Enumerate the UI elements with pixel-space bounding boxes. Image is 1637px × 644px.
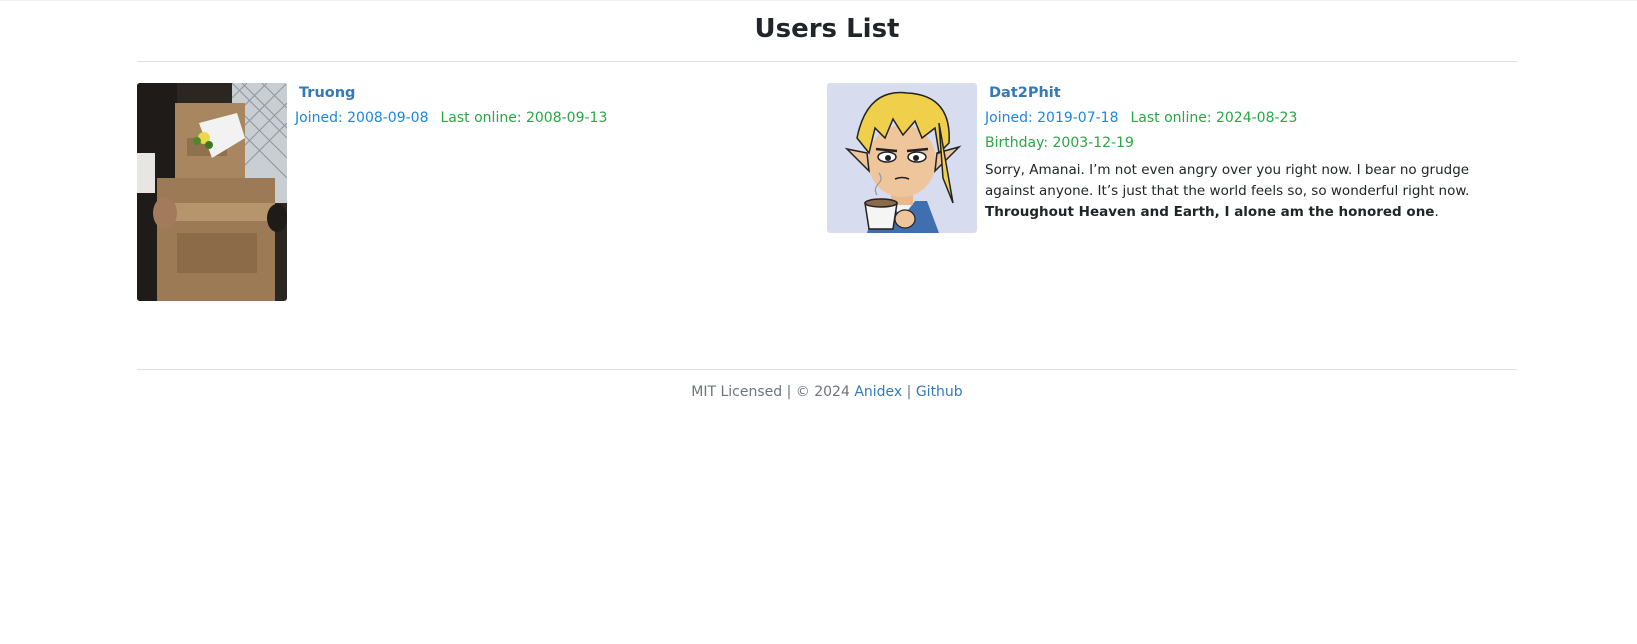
footer-divider xyxy=(137,369,1517,370)
license-text: MIT Licensed | © 2024 xyxy=(691,384,855,400)
footer: MIT Licensed | © 2024 Anidex | Github xyxy=(137,384,1517,400)
page-title: Users List xyxy=(754,14,900,44)
github-link[interactable]: Github xyxy=(916,384,963,400)
joined-date: Joined: 2019-07-18 xyxy=(985,110,1119,126)
last-online: Last online: 2024-08-23 xyxy=(1130,110,1298,126)
joined-date: Joined: 2008-09-08 xyxy=(295,110,429,126)
page: Users List Truong Joined: 2008-09-08 Las… xyxy=(0,0,1637,644)
avatar xyxy=(827,83,977,233)
title-divider xyxy=(137,61,1517,62)
bio-end: . xyxy=(1434,204,1439,220)
user-meta: Joined: 2008-09-08 Last online: 2008-09-1… xyxy=(295,110,607,126)
top-divider xyxy=(0,0,1637,1)
username-link[interactable]: Dat2Phit xyxy=(989,85,1061,101)
footer-separator: | xyxy=(902,384,916,400)
bio-bold-text: Throughout Heaven and Earth, I alone am … xyxy=(985,204,1435,220)
last-online: Last online: 2008-09-13 xyxy=(440,110,608,126)
bio-text: Sorry, Amanai. I’m not even angry over y… xyxy=(985,162,1470,199)
user-bio: Sorry, Amanai. I’m not even angry over y… xyxy=(985,160,1485,223)
user-photo-icon xyxy=(137,83,287,301)
username-link[interactable]: Truong xyxy=(299,85,355,101)
author-link[interactable]: Anidex xyxy=(854,384,902,400)
user-meta: Joined: 2019-07-18 Last online: 2024-08-2… xyxy=(985,110,1297,126)
avatar xyxy=(137,83,287,301)
cartoon-avatar-icon xyxy=(827,83,977,233)
birthday: Birthday: 2003-12-19 xyxy=(985,135,1134,151)
